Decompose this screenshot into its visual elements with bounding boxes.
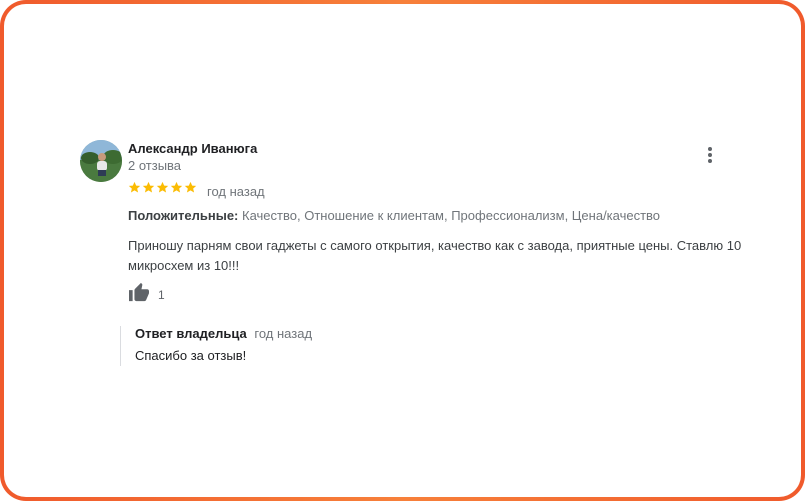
owner-reply: Ответ владельца год назад Спасибо за отз… bbox=[120, 326, 312, 366]
positive-aspects: Положительные: Качество, Отношение к кли… bbox=[128, 208, 660, 223]
positive-label: Положительные: bbox=[128, 208, 239, 223]
star-icon bbox=[128, 181, 141, 193]
avatar[interactable] bbox=[80, 140, 122, 182]
review-time: год назад bbox=[207, 184, 265, 199]
owner-reply-time: год назад bbox=[254, 326, 313, 341]
star-icon bbox=[170, 181, 183, 193]
positive-values: Качество, Отношение к клиентам, Професси… bbox=[242, 208, 661, 223]
star-icon bbox=[184, 181, 197, 193]
owner-reply-text: Спасибо за отзыв! bbox=[135, 348, 247, 363]
star-icon bbox=[142, 181, 155, 193]
owner-reply-label: Ответ владельца bbox=[135, 326, 247, 341]
like-count: 1 bbox=[158, 287, 165, 302]
thumb-up-icon bbox=[128, 282, 150, 307]
card-frame: Александр Иванюга 2 отзыва год назад Пол… bbox=[0, 0, 805, 501]
author-name[interactable]: Александр Иванюга bbox=[128, 141, 257, 156]
star-icon bbox=[156, 181, 169, 193]
more-vert-icon[interactable] bbox=[699, 144, 721, 166]
rating-stars bbox=[128, 181, 197, 194]
like-button[interactable]: 1 bbox=[128, 282, 165, 307]
review-text: Приношу парням свои гаджеты с самого отк… bbox=[128, 238, 742, 273]
author-review-count: 2 отзыва bbox=[128, 158, 182, 173]
